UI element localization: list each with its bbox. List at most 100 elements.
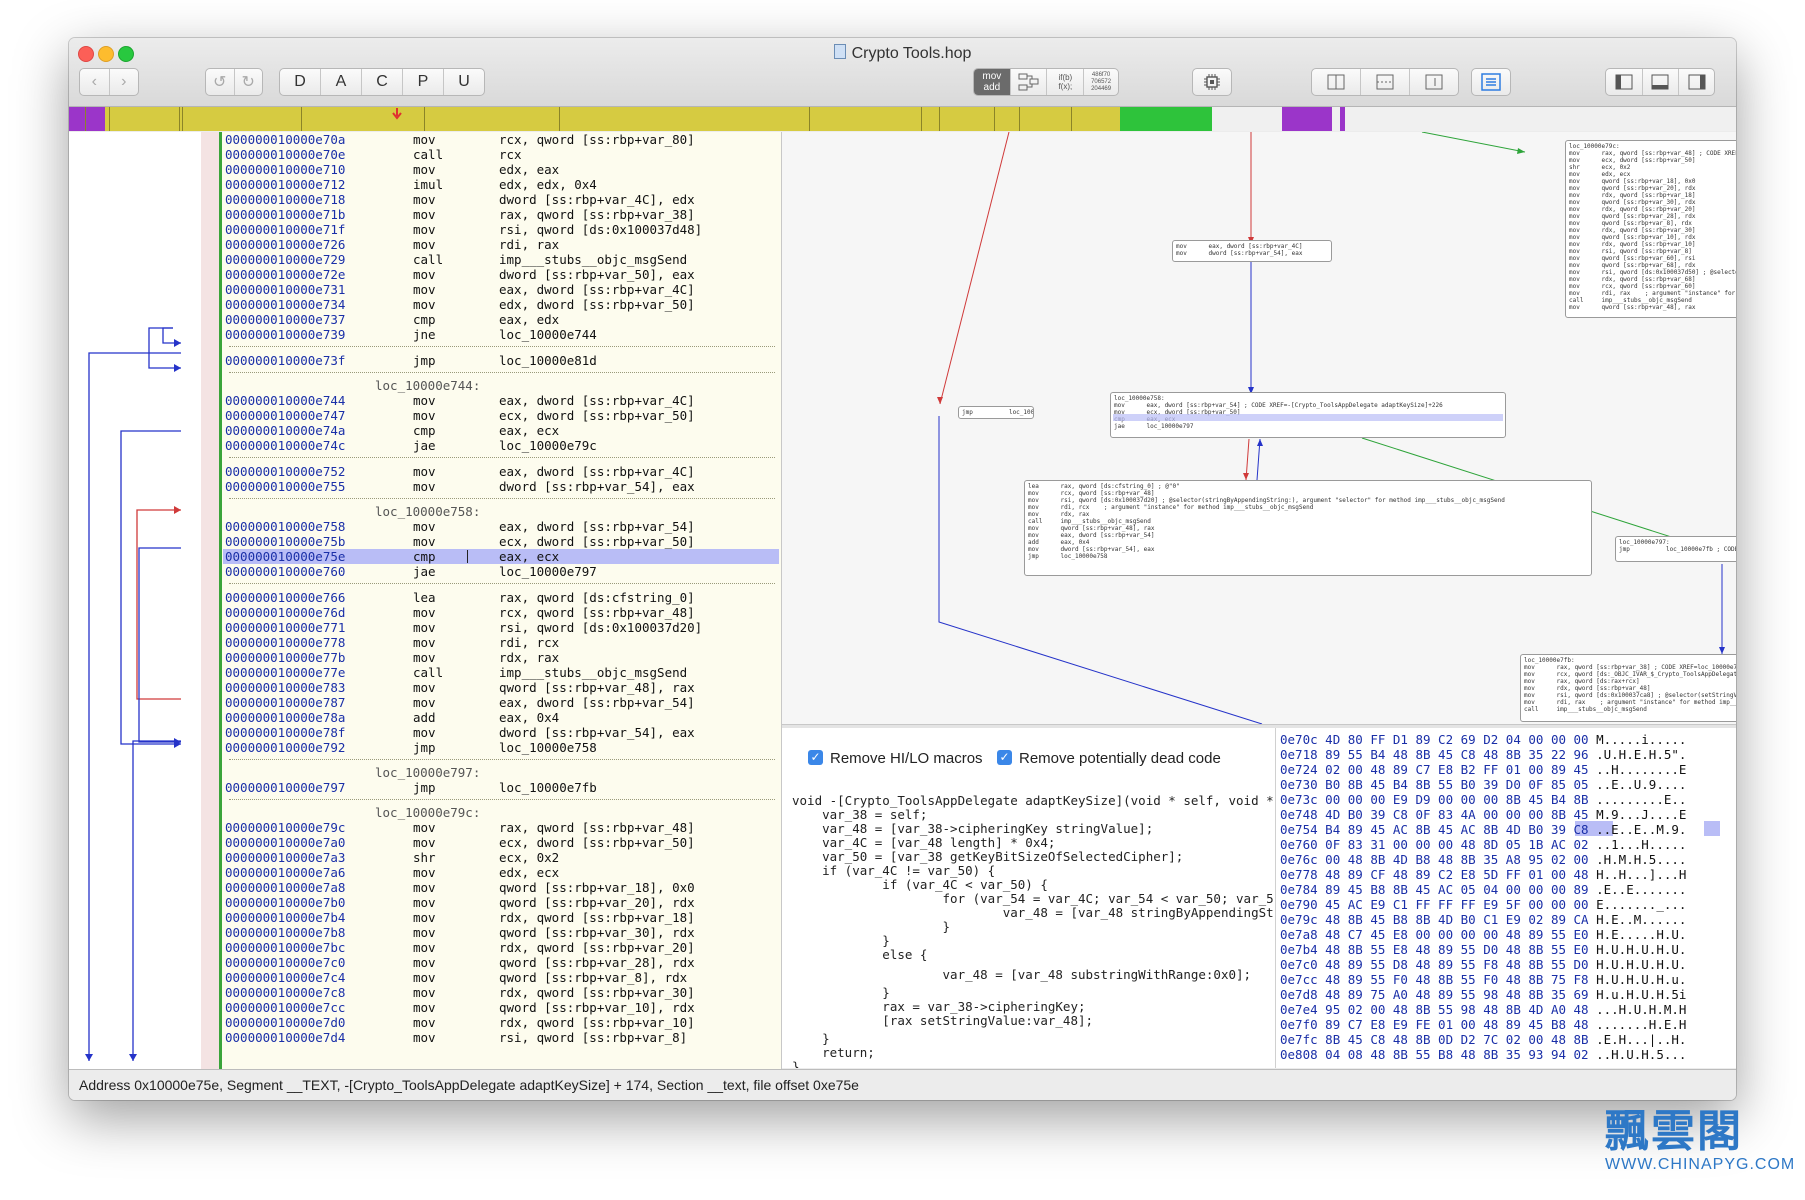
cpu-button[interactable] [1192, 68, 1232, 96]
hex-row[interactable]: 0e784 89 45 B8 8B 45 AC 05 04 00 00 00 8… [1280, 882, 1686, 897]
asm-row[interactable]: 000000010000e72e mov dword [ss:rbp+var_50]… [223, 267, 779, 282]
forward-button[interactable]: › [110, 69, 139, 95]
type-undefined-button[interactable]: U [444, 69, 484, 95]
asm-row[interactable]: 000000010000e744 mov eax, dword [ss:rbp+va… [223, 393, 779, 408]
asm-mode-button[interactable]: mov add [974, 69, 1011, 95]
asm-row[interactable]: 000000010000e760 jae loc_10000e797 [223, 564, 779, 579]
hex-row[interactable]: 0e7c0 48 89 55 D8 48 89 55 F8 48 8B 55 D… [1280, 957, 1686, 972]
segment-navigation-bar[interactable] [69, 107, 1736, 131]
pseudo-code-pane[interactable]: ✓ Remove HI/LO macros ✓ Remove potential… [782, 728, 1275, 1068]
graph-block-jmp[interactable]: jmp loc_10000e81d [958, 406, 1034, 419]
hex-mode-button[interactable]: 486f70 706572 204469 [1084, 69, 1118, 95]
hex-row[interactable]: 0e778 48 89 CF 48 89 C2 E8 5D FF 01 00 4… [1280, 867, 1686, 882]
asm-row-selected[interactable]: 000000010000e75e cmp eax, ecx [223, 549, 779, 564]
single-pane-button[interactable] [1410, 69, 1458, 95]
asm-row[interactable]: 000000010000e758 mov eax, dword [ss:rbp+va… [223, 519, 779, 534]
asm-label-row[interactable]: loc_10000e79c: [223, 805, 779, 820]
hex-row[interactable]: 0e7cc 48 89 55 F0 48 8B 55 F0 48 8B 75 F… [1280, 972, 1686, 987]
asm-row[interactable]: 000000010000e73f jmp loc_10000e81d [223, 353, 779, 368]
assembly-pane[interactable]: 000000010000e70a mov rcx, qword [ss:rbp+va… [69, 132, 781, 1069]
asm-row[interactable]: 000000010000e726 mov rdi, rax [223, 237, 779, 252]
graph-block-e79c[interactable]: loc_10000e79c: mov rax, qword [ss:rbp+va… [1565, 140, 1736, 318]
pseudo-mode-button[interactable]: if(b) f(x); [1047, 69, 1085, 95]
type-ascii-button[interactable]: A [321, 69, 362, 95]
hex-row[interactable]: 0e724 02 00 48 89 C7 E8 B2 FF 01 00 89 4… [1280, 762, 1686, 777]
graph-block-e752[interactable]: mov eax, dword [ss:rbp+var_4C] mov dword… [1172, 240, 1332, 262]
graph-block-loop[interactable]: lea rax, qword [ds:cfstring_0] ; @"0" mo… [1024, 480, 1592, 576]
remove-dead-code-checkbox[interactable]: ✓ [997, 750, 1012, 765]
hex-row[interactable]: 0e748 4D B0 39 C8 0F 83 4A 00 00 00 8B 4… [1280, 807, 1686, 822]
asm-row[interactable]: 000000010000e729 call imp___stubs__objc_ms… [223, 252, 779, 267]
asm-label-row[interactable]: loc_10000e758: [223, 504, 779, 519]
undo-button[interactable]: ↺ [206, 69, 235, 95]
asm-row[interactable]: 000000010000e778 mov rdi, rcx [223, 635, 779, 650]
asm-row[interactable]: 000000010000e79c mov rax, qword [ss:rbp+va… [223, 820, 779, 835]
hex-row[interactable]: 0e7f0 89 C7 E8 E9 FE 01 00 48 89 45 B8 4… [1280, 1017, 1686, 1032]
asm-row[interactable]: 000000010000e752 mov eax, dword [ss:rbp+va… [223, 464, 779, 479]
asm-row[interactable]: 000000010000e74c jae loc_10000e79c [223, 438, 779, 453]
asm-row[interactable]: 000000010000e771 mov rsi, qword [ds:0x1000… [223, 620, 779, 635]
asm-row[interactable]: 000000010000e797 jmp loc_10000e7fb [223, 780, 779, 795]
graph-block-e7fb[interactable]: loc_10000e7fb: mov rax, qword [ss:rbp+va… [1520, 654, 1736, 722]
asm-row[interactable]: 000000010000e7a6 mov edx, ecx [223, 865, 779, 880]
hex-row[interactable]: 0e79c 48 8B 45 B8 8B 4D B0 C1 E9 02 89 C… [1280, 912, 1686, 927]
hex-row[interactable]: 0e730 B0 8B 45 B4 8B 55 B0 39 D0 0F 85 0… [1280, 777, 1686, 792]
asm-row[interactable]: 000000010000e7d4 mov rsi, qword [ss:rbp+va… [223, 1030, 779, 1045]
asm-row[interactable]: 000000010000e70a mov rcx, qword [ss:rbp+va… [223, 132, 779, 147]
hex-row[interactable]: 0e7a8 48 C7 45 E8 00 00 00 00 48 89 55 E… [1280, 927, 1686, 942]
type-procedure-button[interactable]: P [403, 69, 444, 95]
asm-row[interactable]: 000000010000e7a8 mov qword [ss:rbp+var_18]… [223, 880, 779, 895]
asm-row[interactable]: 000000010000e7cc mov qword [ss:rbp+var_10]… [223, 1000, 779, 1015]
control-flow-graph[interactable]: loc_10000e79c: mov rax, qword [ss:rbp+va… [782, 132, 1736, 724]
asm-row[interactable]: 000000010000e77b mov rdx, rax [223, 650, 779, 665]
asm-row[interactable]: 000000010000e739 jne loc_10000e744 [223, 327, 779, 342]
type-code-button[interactable]: C [362, 69, 403, 95]
asm-row[interactable]: 000000010000e7c4 mov qword [ss:rbp+var_8],… [223, 970, 779, 985]
asm-row[interactable]: 000000010000e7d0 mov rdx, qword [ss:rbp+va… [223, 1015, 779, 1030]
asm-row[interactable]: 000000010000e755 mov dword [ss:rbp+var_54]… [223, 479, 779, 494]
inspector-button[interactable] [1471, 68, 1511, 96]
asm-row[interactable]: 000000010000e7a0 mov ecx, dword [ss:rbp+va… [223, 835, 779, 850]
asm-row[interactable]: 000000010000e71f mov rsi, qword [ds:0x1000… [223, 222, 779, 237]
hex-row[interactable]: 0e790 45 AC E9 C1 FF FF FF E9 5F 00 00 0… [1280, 897, 1686, 912]
asm-label-row[interactable]: loc_10000e797: [223, 765, 779, 780]
type-data-button[interactable]: D [280, 69, 321, 95]
redo-button[interactable]: ↻ [235, 69, 263, 95]
hex-row[interactable]: 0e7e4 95 02 00 48 8B 55 98 48 8B 4D A0 4… [1280, 1002, 1686, 1017]
right-panel-button[interactable] [1679, 69, 1714, 95]
asm-row[interactable]: 000000010000e737 cmp eax, edx [223, 312, 779, 327]
hex-row[interactable]: 0e76c 00 48 8B 4D B8 48 8B 35 A8 95 02 0… [1280, 852, 1686, 867]
asm-row[interactable]: 000000010000e7a3 shr ecx, 0x2 [223, 850, 779, 865]
hex-row[interactable]: 0e73c 00 00 00 E9 D9 00 00 00 8B 45 B4 8… [1280, 792, 1686, 807]
asm-row[interactable]: 000000010000e7bc mov rdx, qword [ss:rbp+va… [223, 940, 779, 955]
hex-row[interactable]: 0e7b4 48 8B 55 E8 48 89 55 D0 48 8B 55 E… [1280, 942, 1686, 957]
hex-row[interactable]: 0e808 04 08 48 8B 55 B8 48 8B 35 93 94 0… [1280, 1047, 1686, 1062]
asm-row[interactable]: 000000010000e718 mov dword [ss:rbp+var_4C]… [223, 192, 779, 207]
asm-row[interactable]: 000000010000e783 mov qword [ss:rbp+var_48]… [223, 680, 779, 695]
asm-row[interactable]: 000000010000e7c8 mov rdx, qword [ss:rbp+va… [223, 985, 779, 1000]
asm-row[interactable]: 000000010000e712 imul edx, edx, 0x4 [223, 177, 779, 192]
hex-dump-pane[interactable]: 0e70c 4D 80 FF D1 89 C2 69 D2 04 00 00 0… [1275, 728, 1736, 1068]
asm-row[interactable]: 000000010000e787 mov eax, dword [ss:rbp+va… [223, 695, 779, 710]
asm-row[interactable]: 000000010000e734 mov edx, dword [ss:rbp+va… [223, 297, 779, 312]
asm-row[interactable]: 000000010000e7b4 mov rdx, qword [ss:rbp+va… [223, 910, 779, 925]
hex-row[interactable]: 0e7fc 8B 45 C8 48 8B 0D D2 7C 02 00 48 8… [1280, 1032, 1686, 1047]
asm-row[interactable]: 000000010000e70e call rcx [223, 147, 779, 162]
asm-row[interactable]: 000000010000e7c0 mov qword [ss:rbp+var_28]… [223, 955, 779, 970]
asm-row[interactable]: 000000010000e76d mov rcx, qword [ss:rbp+va… [223, 605, 779, 620]
hex-row[interactable]: 0e754 B4 89 45 AC 8B 45 AC 8B 4D B0 39 C… [1280, 822, 1686, 837]
asm-row[interactable]: 000000010000e731 mov eax, dword [ss:rbp+va… [223, 282, 779, 297]
asm-row[interactable]: 000000010000e78a add eax, 0x4 [223, 710, 779, 725]
asm-row[interactable]: 000000010000e7b0 mov qword [ss:rbp+var_20]… [223, 895, 779, 910]
remove-hilo-checkbox[interactable]: ✓ [808, 750, 823, 765]
left-panel-button[interactable] [1606, 69, 1643, 95]
asm-row[interactable]: 000000010000e792 jmp loc_10000e758 [223, 740, 779, 755]
hex-row[interactable]: 0e718 89 55 B4 48 8B 45 C8 48 8B 35 22 9… [1280, 747, 1686, 762]
asm-row[interactable]: 000000010000e77e call imp___stubs__objc_ms… [223, 665, 779, 680]
back-button[interactable]: ‹ [80, 69, 110, 95]
graph-block-e797[interactable]: loc_10000e797: jmp loc_10000e7fb ; CODE … [1615, 536, 1736, 562]
bottom-panel-button[interactable] [1643, 69, 1680, 95]
cfg-mode-button[interactable] [1011, 69, 1048, 95]
hex-row[interactable]: 0e7d8 48 89 75 A0 48 89 55 98 48 8B 35 6… [1280, 987, 1686, 1002]
split-vertical-button[interactable] [1312, 69, 1361, 95]
